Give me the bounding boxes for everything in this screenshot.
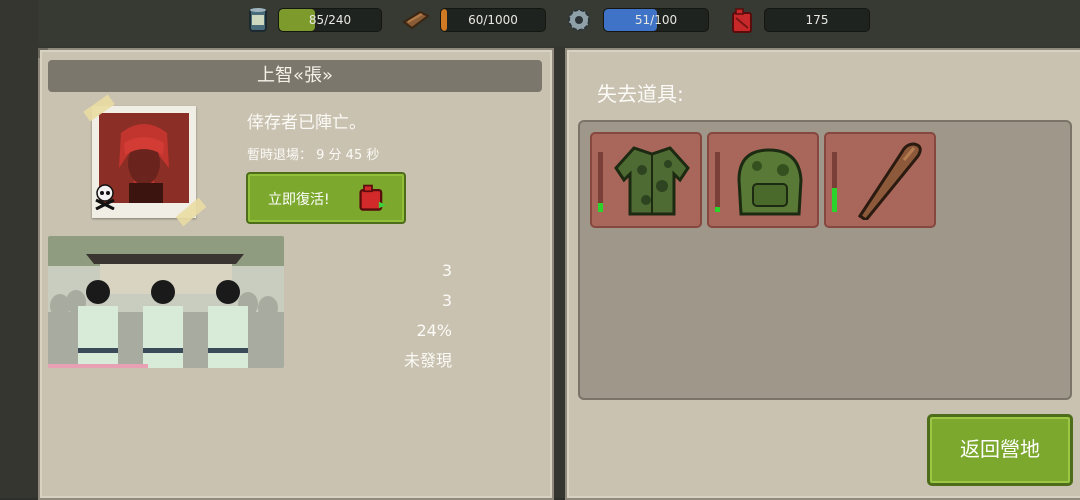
food-value: 85/240 (308, 13, 352, 27)
lost-items-grid (578, 120, 1072, 400)
camo-jacket-icon (614, 146, 690, 216)
resource-food: 85/240 (244, 6, 384, 32)
panel-corner (38, 48, 48, 58)
resource-parts: 51/100 (565, 6, 710, 32)
stat-value: 24% (416, 321, 452, 340)
fuel-can-icon (359, 184, 386, 211)
revive-label: 立即復活! (268, 192, 330, 208)
durability-fill (832, 188, 837, 212)
item-slot[interactable] (707, 132, 819, 228)
lost-items-panel: 失去道具: 返回營地 (565, 48, 1080, 500)
return-to-camp-button[interactable]: 返回營地 (927, 414, 1073, 486)
respawn-timer: 暫時退場： 9 分 45 秒 (247, 148, 380, 163)
durability-gauge (832, 152, 837, 212)
revive-now-button[interactable]: 立即復活! (246, 172, 406, 224)
resource-wood: 60/1000 (402, 6, 547, 32)
parts-bar: 51/100 (603, 8, 709, 32)
durability-gauge (598, 152, 603, 212)
resource-fuel: 175 (728, 6, 873, 33)
death-status: 倖存者已陣亡。 (247, 113, 366, 133)
wood-value: 60/1000 (468, 13, 518, 27)
baseball-bat-icon (857, 142, 922, 220)
survivor-stats: 3 3 24% 未發現 (340, 256, 452, 376)
wood-bar: 60/1000 (440, 8, 546, 32)
lost-items-title: 失去道具: (597, 82, 684, 106)
fuel-bar: 175 (764, 8, 870, 32)
survivor-panel: 上智«張» 倖存者已陣亡。 暫時退場： 9 分 45 秒 立即復活! 3 3 2… (38, 48, 554, 500)
item-slot[interactable] (590, 132, 702, 228)
game-screen: 85/240 60/1000 51/100 175 上智«張» 倖存者已陣亡。 … (0, 0, 1080, 500)
durability-fill (715, 207, 720, 212)
food-bar: 85/240 (278, 8, 382, 32)
parts-value: 51/100 (634, 13, 678, 27)
canned-food-icon (249, 8, 267, 32)
fuel-can-icon (732, 8, 752, 33)
survivor-portrait (92, 106, 196, 218)
resource-bar: 85/240 60/1000 51/100 175 (38, 0, 1080, 46)
stat-value: 3 (441, 261, 452, 280)
gear-icon (568, 9, 590, 31)
camo-backpack-icon (737, 148, 803, 216)
durability-gauge (715, 152, 720, 212)
stat-value: 3 (441, 291, 452, 310)
stat-value: 未發現 (403, 351, 452, 370)
ad-video-preview[interactable] (48, 236, 284, 368)
wood-plank-icon (402, 10, 430, 30)
durability-fill (598, 203, 603, 212)
survivor-name: 上智«張» (48, 60, 542, 92)
fuel-value: 175 (805, 13, 829, 27)
skull-icon (94, 184, 116, 211)
item-slot[interactable] (824, 132, 936, 228)
